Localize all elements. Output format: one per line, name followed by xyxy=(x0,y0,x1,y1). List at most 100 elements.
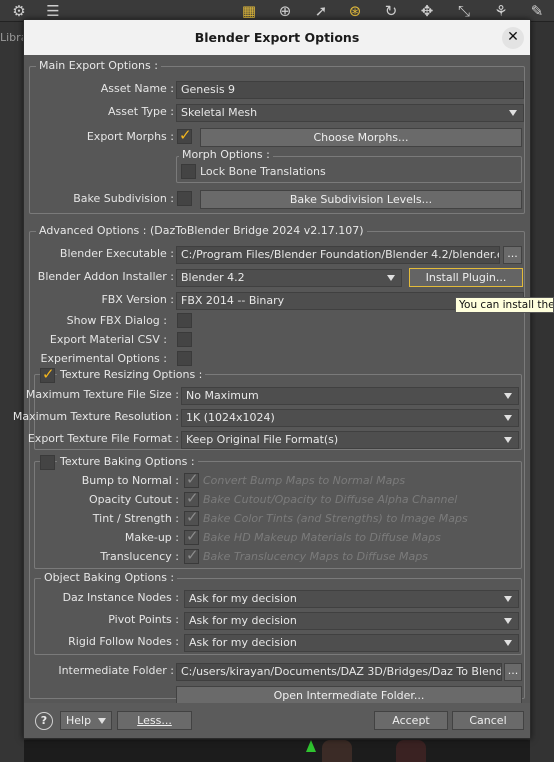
advanced-options-group: Advanced Options : (DazToBlender Bridge … xyxy=(13,224,525,705)
fbx-version-value: FBX 2014 -- Binary xyxy=(181,294,285,307)
background-left-panel xyxy=(0,22,24,762)
chevron-down-icon xyxy=(509,110,517,116)
main-export-group: Main Export Options : Asset Name : Genes… xyxy=(29,59,525,214)
pivot-points-label: Pivot Points : xyxy=(108,613,179,626)
tint-strength-desc: Bake Color Tints (and Strengths) to Imag… xyxy=(203,512,468,525)
max-size-label: Maximum Texture File Size : xyxy=(25,388,179,401)
asset-type-label: Asset Type : xyxy=(107,105,174,118)
help-menu-button[interactable]: Help xyxy=(60,711,112,730)
dialog-footer: ? Help Less... Accept Cancel xyxy=(24,703,530,738)
opacity-cutout-desc: Bake Cutout/Opacity to Diffuse Alpha Cha… xyxy=(203,493,458,506)
experimental-checkbox[interactable] xyxy=(177,351,192,366)
target-icon[interactable]: ⊕ xyxy=(276,2,294,20)
bake-subdivision-checkbox[interactable] xyxy=(177,191,192,206)
chevron-down-icon xyxy=(504,415,512,421)
max-res-label: Maximum Texture Resolution : xyxy=(12,410,179,423)
translucency-checkbox[interactable]: ✓ xyxy=(184,546,199,564)
cancel-button[interactable]: Cancel xyxy=(452,711,524,730)
chevron-down-icon xyxy=(98,718,106,724)
experimental-label: Experimental Options : xyxy=(40,352,168,365)
axis-arrow-icon xyxy=(306,740,316,752)
export-csv-label: Export Material CSV : xyxy=(49,333,167,346)
instance-nodes-label: Daz Instance Nodes : xyxy=(62,591,179,604)
install-plugin-button[interactable]: Install Plugin... xyxy=(409,268,523,287)
main-export-title: Main Export Options : xyxy=(36,59,161,72)
export-morphs-label: Export Morphs : xyxy=(86,130,174,143)
makeup-checkbox[interactable]: ✓ xyxy=(184,527,199,545)
joint-icon[interactable]: ⚘ xyxy=(492,2,510,20)
choose-morphs-button[interactable]: Choose Morphs... xyxy=(200,128,522,147)
help-icon[interactable]: ? xyxy=(35,712,53,730)
intermediate-browse-button[interactable]: ... xyxy=(504,663,522,681)
max-res-select[interactable]: 1K (1024x1024) xyxy=(181,409,519,427)
texture-resizing-checkbox[interactable]: ✓ xyxy=(40,365,55,383)
help-label: Help xyxy=(66,714,92,727)
instance-nodes-select[interactable]: Ask for my decision xyxy=(184,590,519,608)
lock-bone-checkbox[interactable] xyxy=(181,164,196,179)
list-icon[interactable]: ☰ xyxy=(44,2,62,20)
bake-subdivision-button[interactable]: Bake Subdivision Levels... xyxy=(200,190,522,209)
move-icon[interactable]: ✥ xyxy=(418,2,436,20)
opacity-cutout-label: Opacity Cutout : xyxy=(89,493,179,506)
format-select[interactable]: Keep Original File Format(s) xyxy=(181,431,519,449)
texture-resizing-group: ✓ Texture Resizing Options : Maximum Tex… xyxy=(13,366,522,450)
blender-exe-browse-button[interactable]: ... xyxy=(503,246,522,264)
tint-strength-checkbox[interactable]: ✓ xyxy=(184,508,199,526)
max-size-value: No Maximum xyxy=(186,389,259,402)
checkmark-icon: ✓ xyxy=(42,365,55,383)
checkmark-icon: ✓ xyxy=(186,508,199,526)
texture-resizing-title: Texture Resizing Options : xyxy=(57,368,206,381)
pivot-points-select[interactable]: Ask for my decision xyxy=(184,612,519,630)
bump-normal-checkbox[interactable]: ✓ xyxy=(184,470,199,488)
checkmark-icon: ✓ xyxy=(186,546,199,564)
gear-icon[interactable]: ⚙ xyxy=(10,2,28,20)
max-size-select[interactable]: No Maximum xyxy=(181,387,519,405)
rotate-icon[interactable]: ↻ xyxy=(382,2,400,20)
translucency-desc: Bake Translucency Maps to Diffuse Maps xyxy=(203,550,428,563)
blender-exe-input[interactable]: C:/Program Files/Blender Foundation/Blen… xyxy=(176,246,500,264)
max-res-value: 1K (1024x1024) xyxy=(186,411,275,424)
dialog-content: Main Export Options : Asset Name : Genes… xyxy=(13,55,530,705)
texture-baking-title: Texture Baking Options : xyxy=(57,455,198,468)
asset-name-label: Asset Name : xyxy=(100,82,174,95)
less-button[interactable]: Less... xyxy=(117,711,192,730)
show-fbx-checkbox[interactable] xyxy=(177,313,192,328)
intermediate-folder-input[interactable]: C:/users/kirayan/Documents/DAZ 3D/Bridge… xyxy=(176,663,502,681)
figure-silhouette xyxy=(322,740,352,762)
background-right-panel xyxy=(530,22,554,762)
close-button[interactable]: ✕ xyxy=(502,27,524,49)
chevron-down-icon xyxy=(504,393,512,399)
grid-icon[interactable]: ▦ xyxy=(240,2,258,20)
asset-name-input[interactable]: Genesis 9 xyxy=(176,81,524,99)
makeup-desc: Bake HD Makeup Materials to Diffuse Maps xyxy=(203,531,441,544)
rigid-follow-value: Ask for my decision xyxy=(189,636,297,649)
rigid-follow-select[interactable]: Ask for my decision xyxy=(184,634,519,652)
viewport[interactable] xyxy=(24,740,530,762)
bump-normal-label: Bump to Normal : xyxy=(81,474,179,487)
checkmark-icon: ✓ xyxy=(186,470,199,488)
export-morphs-checkbox[interactable]: ✓ xyxy=(177,127,192,144)
makeup-label: Make-up : xyxy=(124,531,179,544)
chevron-down-icon xyxy=(504,640,512,646)
pivot-points-value: Ask for my decision xyxy=(189,614,297,627)
tint-strength-label: Tint / Strength : xyxy=(92,512,179,525)
accept-button[interactable]: Accept xyxy=(374,711,448,730)
bake-subdivision-label: Bake Subdivision : xyxy=(73,192,174,205)
texture-baking-checkbox[interactable] xyxy=(40,455,55,470)
export-csv-checkbox[interactable] xyxy=(177,332,192,347)
install-plugin-tooltip: You can install the B xyxy=(455,297,554,313)
brush-icon[interactable]: ✎ xyxy=(528,2,546,20)
scale-icon[interactable]: ⤡ xyxy=(455,2,473,20)
checkmark-icon: ✓ xyxy=(186,527,199,545)
advanced-options-title: Advanced Options : (DazToBlender Bridge … xyxy=(36,224,367,237)
show-fbx-label: Show FBX Dialog : xyxy=(66,314,167,327)
select-arrow-icon[interactable]: ➚ xyxy=(312,2,330,20)
checkmark-icon: ✓ xyxy=(186,489,199,507)
node-icon[interactable]: ⊛ xyxy=(346,2,364,20)
asset-type-select[interactable]: Skeletal Mesh xyxy=(176,104,524,122)
asset-type-value: Skeletal Mesh xyxy=(181,106,258,119)
lock-bone-label: Lock Bone Translations xyxy=(200,165,326,178)
addon-installer-select[interactable]: Blender 4.2 xyxy=(176,269,402,287)
opacity-cutout-checkbox[interactable]: ✓ xyxy=(184,489,199,507)
chevron-down-icon xyxy=(387,275,395,281)
